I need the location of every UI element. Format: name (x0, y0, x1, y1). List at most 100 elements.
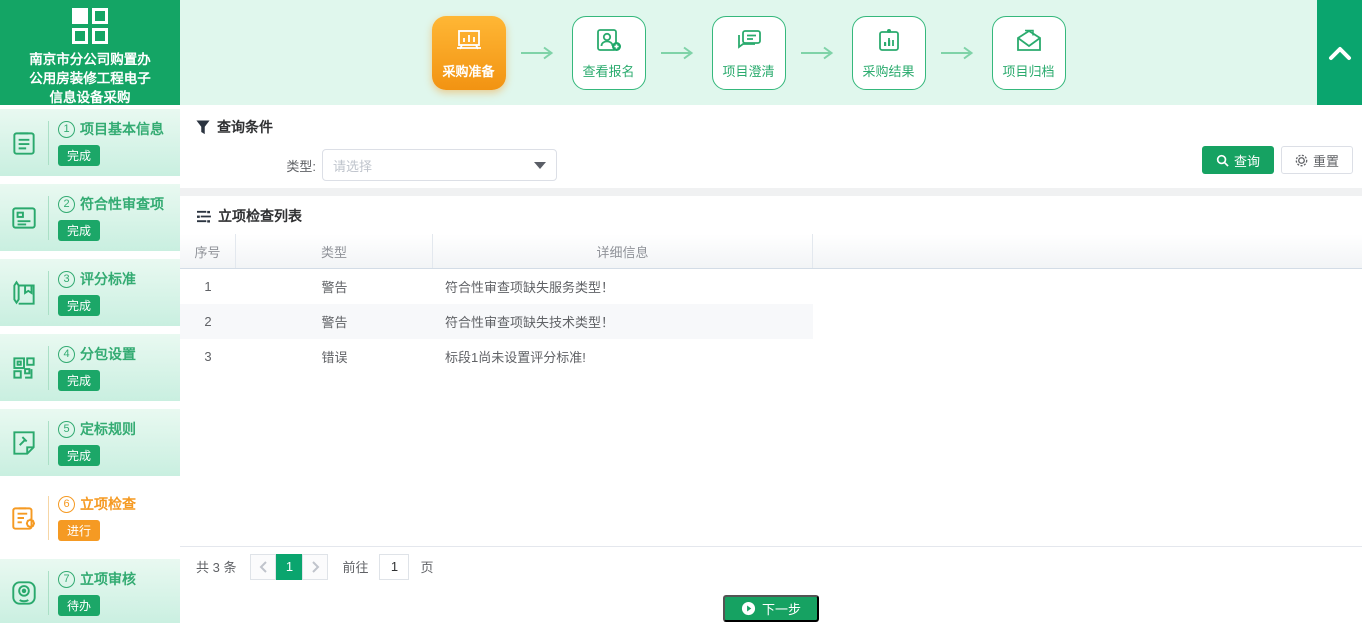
status-badge: 进行 (58, 520, 100, 541)
query-section-title: 查询条件 (196, 117, 1346, 137)
query-panel: 查询条件 类型: 请选择 查询 (180, 105, 1362, 188)
app-logo-icon (72, 8, 108, 44)
search-icon (1216, 154, 1229, 167)
select-placeholder: 请选择 (333, 156, 372, 175)
prev-page-button[interactable] (250, 554, 276, 580)
search-button[interactable]: 查询 (1202, 146, 1274, 174)
pagination-bar: 共 3 条 1 前往 1 页 (180, 546, 1362, 586)
cell-detail: 符合性审查项缺失服务类型！ (433, 269, 813, 304)
table-row[interactable]: 2 警告 符合性审查项缺失技术类型！ (180, 304, 813, 339)
next-page-button[interactable] (302, 554, 328, 580)
gear-icon (1295, 154, 1308, 167)
sidebar-item-label: 评分标准 (80, 269, 136, 289)
workflow-step-procure-result[interactable]: 采购结果 (852, 16, 926, 90)
cell-no: 1 (180, 269, 236, 304)
sidebar-item-label: 分包设置 (80, 344, 136, 364)
total-count: 共 3 条 (196, 557, 236, 576)
step-number: 1 (58, 121, 75, 138)
pager: 1 (250, 554, 328, 580)
column-header-type: 类型 (236, 234, 433, 268)
procurement-app: 南京市分公司购置办 公用房装修工程电子 信息设备采购 1 项目基本信息 完成 (0, 0, 1362, 623)
workflow-band: 采购准备 查看报名 项目澄清 (180, 0, 1362, 105)
table-row[interactable]: 3 错误 标段1尚未设置评分标准! (180, 339, 813, 374)
workflow-step-procure-prepare[interactable]: 采购准备 (432, 16, 506, 90)
column-header-no: 序号 (180, 234, 236, 268)
workflow-step-project-archive[interactable]: 项目归档 (992, 16, 1066, 90)
section-separator (180, 188, 1362, 196)
chevron-up-icon (1328, 45, 1352, 61)
type-label: 类型: (196, 156, 322, 175)
play-circle-icon (741, 601, 756, 616)
webcam-icon (0, 578, 48, 608)
sidebar-menu: 1 项目基本信息 完成 2 符合性审查项 完成 (0, 109, 180, 623)
sidebar-item-label: 定标规则 (80, 419, 136, 439)
workflow-step-project-clarify[interactable]: 项目澄清 (712, 16, 786, 90)
list-icon (196, 210, 211, 223)
chart-podium-icon (454, 26, 484, 56)
step-number: 4 (58, 346, 75, 363)
cell-type: 错误 (236, 339, 433, 374)
sidebar-item-package-settings[interactable]: 4 分包设置 完成 (0, 334, 180, 401)
goto-label: 前往 (342, 557, 368, 576)
cell-detail: 符合性审查项缺失技术类型！ (433, 304, 813, 339)
status-badge: 完成 (58, 295, 100, 316)
column-header-empty (813, 234, 1362, 268)
filter-funnel-icon (196, 120, 210, 135)
status-badge: 完成 (58, 145, 100, 166)
clipboard-icon (0, 128, 48, 158)
workflow-step-label: 采购结果 (862, 61, 914, 80)
person-add-icon (594, 26, 624, 56)
sidebar-item-project-approval[interactable]: 7 立项审核 待办 (0, 559, 180, 623)
arrow-right-icon (520, 45, 558, 61)
status-badge: 完成 (58, 445, 100, 466)
caret-down-icon (534, 162, 546, 169)
sidebar-item-project-basic-info[interactable]: 1 项目基本信息 完成 (0, 109, 180, 176)
chat-bubbles-icon (734, 26, 764, 56)
cell-type: 警告 (236, 269, 433, 304)
sidebar-item-award-rules[interactable]: 5定标规则 完成 (0, 409, 180, 476)
check-list-panel: 立项检查列表 序号 类型 详细信息 1 警告 符合性审查项缺失服务类型！ 2 警… (180, 196, 1362, 546)
next-step-button[interactable]: 下一步 (723, 595, 819, 622)
reset-button[interactable]: 重置 (1281, 146, 1353, 174)
id-card-icon (0, 203, 48, 233)
arrow-right-icon (940, 45, 978, 61)
sidebar-item-label: 立项审核 (80, 569, 136, 589)
workflow-step-label: 采购准备 (442, 61, 494, 80)
status-badge: 完成 (58, 220, 100, 241)
workflow-step-label: 查看报名 (582, 61, 634, 80)
step-number: 3 (58, 271, 75, 288)
cell-no: 2 (180, 304, 236, 339)
footer-bar: 下一步 (180, 586, 1362, 623)
page-unit-label: 页 (420, 557, 433, 576)
sidebar-item-label: 立项检查 (80, 494, 136, 514)
status-badge: 完成 (58, 370, 100, 391)
main-content: 查询条件 类型: 请选择 查询 (180, 105, 1362, 623)
type-select[interactable]: 请选择 (322, 149, 557, 181)
step-number: 7 (58, 571, 75, 588)
clipboard-gear-icon (0, 503, 48, 533)
sidebar-item-scoring-criteria[interactable]: 3 评分标准 完成 (0, 259, 180, 326)
workflow-steps: 采购准备 查看报名 项目澄清 (180, 0, 1317, 105)
goto-page-input[interactable]: 1 (379, 554, 409, 580)
arrow-right-icon (660, 45, 698, 61)
sidebar-item-project-check[interactable]: 6 立项检查 进行 (0, 484, 180, 551)
workflow-step-view-registration[interactable]: 查看报名 (572, 16, 646, 90)
cell-type: 警告 (236, 304, 433, 339)
book-pen-icon (0, 278, 48, 308)
status-badge: 待办 (58, 595, 100, 616)
collapse-up-button[interactable] (1317, 0, 1362, 105)
project-title: 南京市分公司购置办 公用房装修工程电子 信息设备采购 (0, 50, 180, 107)
sidebar-item-label: 符合性审查项 (80, 194, 164, 214)
sidebar-item-compliance-review[interactable]: 2 符合性审查项 完成 (0, 184, 180, 251)
current-page[interactable]: 1 (276, 554, 302, 580)
sidebar-item-label: 项目基本信息 (80, 119, 164, 139)
document-gavel-icon (0, 428, 48, 458)
envelope-open-icon (1014, 26, 1044, 56)
step-number: 2 (58, 196, 75, 213)
sidebar: 南京市分公司购置办 公用房装修工程电子 信息设备采购 1 项目基本信息 完成 (0, 0, 180, 623)
list-section-title: 立项检查列表 (180, 196, 1362, 234)
table-header: 序号 类型 详细信息 (180, 234, 1362, 269)
grid-icon (0, 353, 48, 383)
step-number: 6 (58, 496, 75, 513)
table-row[interactable]: 1 警告 符合性审查项缺失服务类型！ (180, 269, 813, 304)
